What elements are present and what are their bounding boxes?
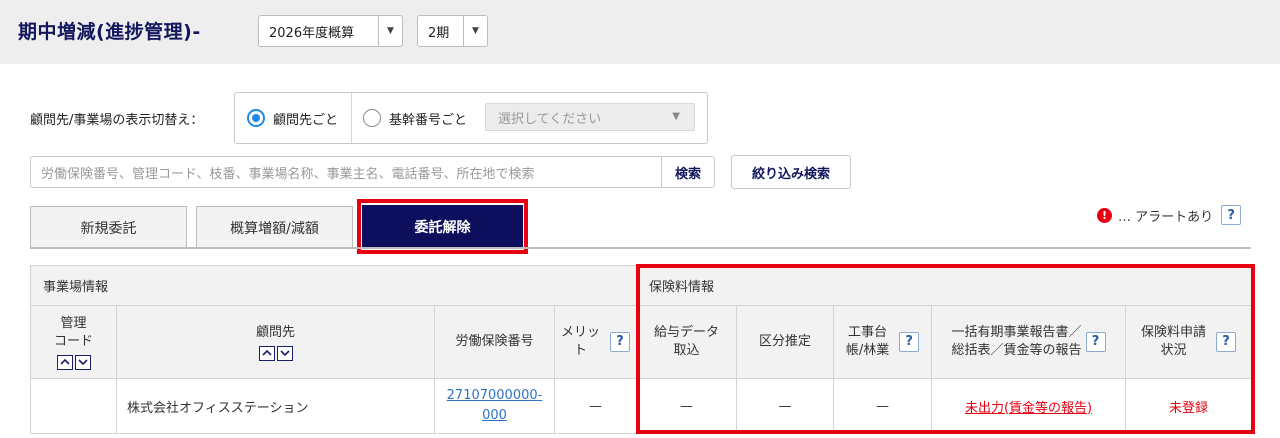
tab-highlight-box (357, 199, 528, 254)
sort-desc-icon[interactable] (74, 354, 91, 370)
cell-mgmt-code (30, 378, 117, 434)
display-switch-group: 顧問先ごと 基幹番号ごと 選択してください ▼ (234, 92, 708, 144)
tab-divider (30, 247, 1251, 249)
insurance-highlight-box (636, 264, 1255, 434)
cell-merit: — (553, 378, 638, 434)
sort-controls (31, 354, 116, 370)
col-client-label: 顧問先 (255, 324, 295, 340)
sort-desc-icon[interactable] (276, 345, 293, 361)
col-insurance-number: 労働保険番号 (434, 305, 555, 379)
search-input[interactable]: 労働保険番号、管理コード、枝番、事業場名称、事業主名、電話番号、所在地で検索 (30, 156, 662, 188)
col-merit: メリッ ト ? (553, 305, 638, 379)
tab-estimate-change[interactable]: 概算増額/減額 (196, 206, 353, 248)
insurance-number-link-line1[interactable]: 27107000000- (435, 386, 554, 406)
group-business-info: 事業場情報 (29, 265, 638, 306)
radio-by-client-label: 顧問先ごと (273, 112, 339, 128)
base-number-select[interactable]: 選択してください ▼ (485, 103, 695, 131)
insurance-number-link-line2[interactable]: 000 (435, 406, 554, 426)
radio-unchecked-icon (363, 109, 381, 127)
sort-controls (117, 345, 434, 361)
col-mgmt-code: 管理 コード (30, 305, 117, 379)
fiscal-year-value: 2026年度概算 (269, 25, 355, 41)
radio-checked-icon (247, 109, 265, 127)
sort-asc-icon[interactable] (56, 354, 73, 370)
help-icon[interactable]: ? (610, 332, 631, 352)
cell-insurance-number[interactable]: 27107000000- 000 (434, 378, 555, 434)
fiscal-year-select[interactable]: 2026年度概算 ▼ (258, 15, 403, 47)
alert-legend: ! … アラートあり ? (1097, 205, 1242, 225)
radio-by-base-number[interactable]: 基幹番号ごと (363, 93, 467, 143)
alert-legend-text: … アラートあり (1118, 209, 1214, 225)
alert-icon: ! (1097, 207, 1112, 223)
chevron-down-icon: ▼ (672, 111, 680, 122)
search-button[interactable]: 検索 (661, 156, 715, 188)
period-select[interactable]: 2期 ▼ (417, 15, 488, 47)
divider (351, 93, 352, 143)
tab-new-consignment[interactable]: 新規委託 (30, 206, 187, 248)
col-mgmt-code-line2: コード (53, 333, 93, 349)
cell-client: 株式会社オフィスステーション (116, 378, 435, 434)
sort-asc-icon[interactable] (258, 345, 275, 361)
col-client: 顧問先 (116, 305, 435, 379)
col-merit-line2: ト (574, 343, 588, 358)
radio-by-base-number-label: 基幹番号ごと (389, 112, 468, 128)
col-merit-line1: メリッ (561, 325, 601, 340)
filter-search-button[interactable]: 絞り込み検索 (731, 155, 851, 189)
display-switch-label: 顧問先/事業場の表示切替え： (30, 113, 204, 128)
radio-by-client[interactable]: 顧問先ごと (247, 93, 338, 143)
base-number-placeholder: 選択してください (498, 111, 602, 127)
chevron-down-icon: ▼ (378, 16, 402, 46)
chevron-down-icon: ▼ (463, 16, 487, 46)
page-header: 期中増減(進捗管理)- 2026年度概算 ▼ 2期 ▼ (0, 0, 1280, 64)
help-icon[interactable]: ? (1221, 205, 1242, 225)
col-mgmt-code-line1: 管理 (60, 315, 87, 331)
period-value: 2期 (428, 25, 450, 41)
page-title: 期中増減(進捗管理)- (18, 21, 201, 43)
